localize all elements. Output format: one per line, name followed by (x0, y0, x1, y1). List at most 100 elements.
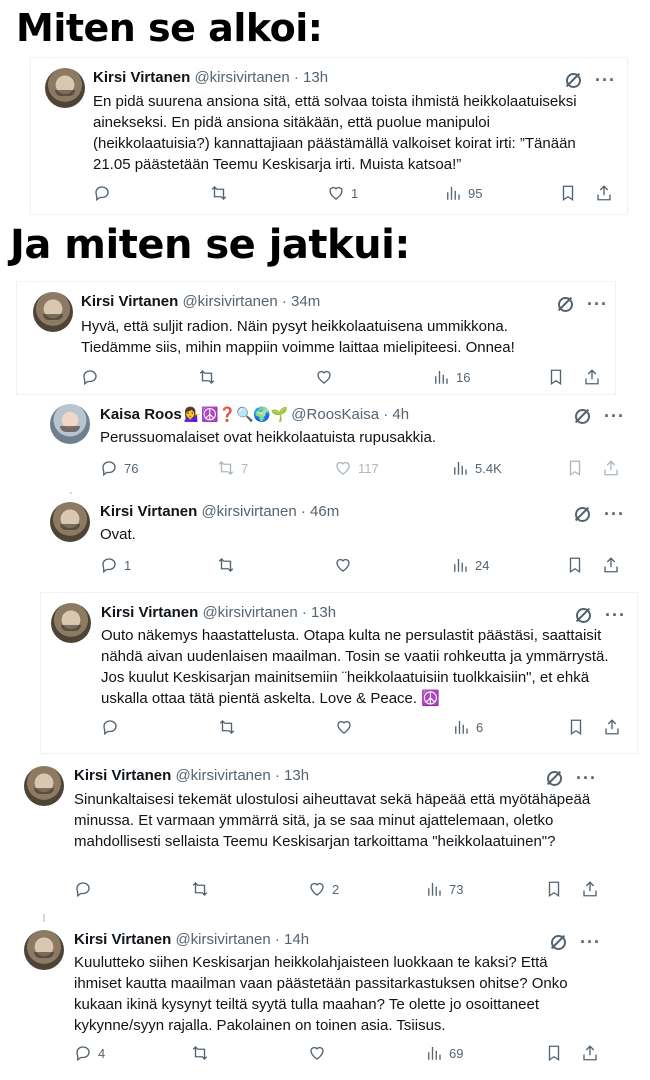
reply-button[interactable] (81, 368, 198, 386)
author-handle[interactable]: @kirsivirtanen (182, 293, 277, 310)
avatar[interactable] (45, 68, 85, 108)
avatar[interactable] (33, 292, 73, 332)
share-icon[interactable] (581, 1044, 599, 1062)
repost-icon (219, 720, 235, 734)
grok-icon[interactable] (575, 607, 591, 623)
author-handle[interactable]: @kirsivirtanen (175, 767, 270, 784)
share-icon[interactable] (583, 368, 601, 386)
reply-button[interactable] (101, 718, 218, 736)
repost-button[interactable] (198, 368, 315, 386)
avatar[interactable] (51, 603, 91, 643)
timestamp[interactable]: 13h (303, 69, 328, 86)
views-count: 69 (449, 1045, 464, 1061)
timestamp[interactable]: 46m (310, 503, 339, 520)
grok-icon[interactable] (565, 72, 581, 88)
views-button[interactable]: 69 (425, 1044, 463, 1062)
views-button[interactable]: 5.4K (451, 459, 502, 477)
author-name[interactable]: Kirsi Virtanen (101, 604, 198, 621)
author-name[interactable]: Kirsi Virtanen (100, 503, 197, 520)
grok-icon[interactable] (557, 296, 573, 312)
tweet-card[interactable]: Kirsi Virtanen @kirsivirtanen · 34m ··· … (16, 281, 616, 395)
grok-icon[interactable] (546, 770, 562, 786)
author-name[interactable]: Kirsi Virtanen (81, 293, 178, 310)
repost-button[interactable]: 7 (217, 459, 334, 477)
bookmark-icon[interactable] (566, 556, 584, 574)
views-button[interactable]: 73 (425, 880, 463, 898)
timestamp[interactable]: 13h (284, 767, 309, 784)
like-button[interactable] (315, 368, 432, 386)
more-icon[interactable]: ··· (605, 606, 626, 624)
reply-icon (103, 720, 117, 736)
bookmark-icon[interactable] (567, 718, 585, 736)
timestamp[interactable]: 13h (311, 604, 336, 621)
like-button[interactable] (308, 1044, 425, 1062)
tweet-card[interactable]: Kirsi Virtanen @kirsivirtanen · 13h ··· … (30, 57, 628, 215)
share-icon[interactable] (602, 556, 620, 574)
reply-button[interactable] (93, 184, 210, 202)
like-button[interactable]: 1 (327, 184, 444, 202)
bookmark-icon[interactable] (547, 368, 565, 386)
author-name[interactable]: Kirsi Virtanen (74, 931, 171, 948)
share-icon[interactable] (581, 880, 599, 898)
more-icon[interactable]: ··· (595, 71, 616, 89)
views-button[interactable]: 6 (452, 718, 483, 736)
reply-button[interactable]: 76 (100, 459, 217, 477)
author-handle[interactable]: @kirsivirtanen (201, 503, 296, 520)
author-handle[interactable]: @kirsivirtanen (175, 931, 270, 948)
grok-icon[interactable] (574, 506, 590, 522)
like-button[interactable] (335, 718, 452, 736)
reply-button[interactable]: 1 (100, 556, 217, 574)
timestamp[interactable]: 34m (291, 293, 320, 310)
like-button[interactable] (334, 556, 451, 574)
repost-button[interactable] (218, 718, 335, 736)
heart-icon (317, 370, 331, 384)
more-icon[interactable]: ··· (576, 769, 597, 787)
views-button[interactable]: 24 (451, 556, 489, 574)
reply-button[interactable]: 4 (74, 1044, 191, 1062)
thread-line (43, 914, 45, 922)
repost-button[interactable] (191, 880, 308, 898)
bookmark-icon[interactable] (566, 459, 584, 477)
tweet-card[interactable]: Kirsi Virtanen @kirsivirtanen · 14h ··· … (14, 914, 624, 1074)
more-icon[interactable]: ··· (587, 295, 608, 313)
views-button[interactable]: 16 (432, 368, 470, 386)
timestamp[interactable]: 4h (392, 406, 409, 423)
author-name[interactable]: Kaisa Roos (100, 406, 182, 423)
views-button[interactable]: 95 (444, 184, 482, 202)
avatar[interactable] (24, 766, 64, 806)
reply-button[interactable] (74, 880, 191, 898)
grok-icon[interactable] (574, 408, 590, 424)
views-count: 6 (476, 719, 484, 735)
bookmark-icon[interactable] (545, 1044, 563, 1062)
tweet-card[interactable]: Kirsi Virtanen @kirsivirtanen · 46m ··· … (40, 494, 636, 586)
like-button[interactable]: 117 (334, 459, 451, 477)
author-name[interactable]: Kirsi Virtanen (93, 69, 190, 86)
share-icon[interactable] (603, 718, 621, 736)
share-icon[interactable] (602, 459, 620, 477)
timestamp[interactable]: 14h (284, 931, 309, 948)
repost-button[interactable] (191, 1044, 308, 1062)
avatar[interactable] (50, 502, 90, 542)
avatar[interactable] (50, 404, 90, 444)
grok-icon[interactable] (550, 934, 566, 950)
views-icon (455, 721, 468, 734)
tweet-card[interactable]: Kirsi Virtanen @kirsivirtanen · 13h ··· … (40, 592, 638, 754)
tweet-card[interactable]: Kirsi Virtanen @kirsivirtanen · 13h ··· … (14, 758, 624, 908)
author-handle[interactable]: @kirsivirtanen (194, 69, 289, 86)
share-icon[interactable] (595, 184, 613, 202)
more-icon[interactable]: ··· (604, 407, 625, 425)
avatar[interactable] (24, 930, 64, 970)
more-icon[interactable]: ··· (580, 933, 601, 951)
bookmark-icon[interactable] (559, 184, 577, 202)
author-name[interactable]: Kirsi Virtanen (74, 767, 171, 784)
tweet-header: Kaisa Roos 💁‍♀️☮️❓🔍🌍🌱 @RoosKaisa · 4h (100, 406, 410, 423)
author-handle[interactable]: @kirsivirtanen (202, 604, 297, 621)
tweet-actions: 2 73 (74, 880, 599, 898)
repost-button[interactable] (210, 184, 327, 202)
more-icon[interactable]: ··· (604, 505, 625, 523)
bookmark-icon[interactable] (545, 880, 563, 898)
repost-button[interactable] (217, 556, 334, 574)
like-button[interactable]: 2 (308, 880, 425, 898)
tweet-card[interactable]: Kaisa Roos 💁‍♀️☮️❓🔍🌍🌱 @RoosKaisa · 4h ··· … (40, 396, 636, 492)
author-handle[interactable]: @RoosKaisa (291, 406, 379, 423)
